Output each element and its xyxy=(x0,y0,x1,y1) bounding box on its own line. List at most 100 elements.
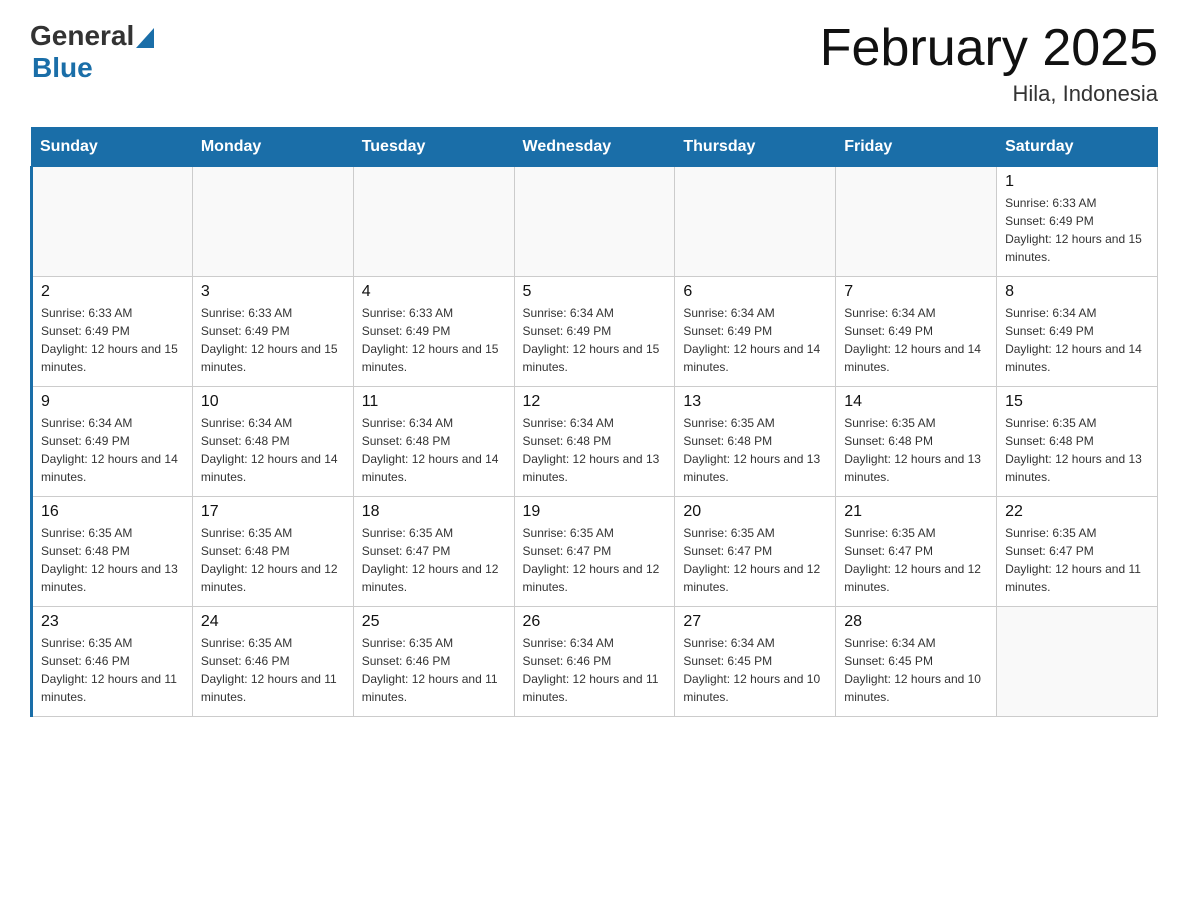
calendar-subtitle: Hila, Indonesia xyxy=(820,81,1158,107)
day-info: Sunrise: 6:35 AM Sunset: 6:47 PM Dayligh… xyxy=(683,524,827,596)
day-info: Sunrise: 6:35 AM Sunset: 6:48 PM Dayligh… xyxy=(844,414,988,486)
day-number: 5 xyxy=(523,283,667,301)
day-number: 28 xyxy=(844,613,988,631)
day-header-wednesday: Wednesday xyxy=(514,128,675,167)
day-info: Sunrise: 6:33 AM Sunset: 6:49 PM Dayligh… xyxy=(41,304,184,376)
calendar-title: February 2025 xyxy=(820,20,1158,77)
calendar-cell: 19Sunrise: 6:35 AM Sunset: 6:47 PM Dayli… xyxy=(514,497,675,607)
calendar-cell: 3 Sunrise: 6:33 AM Sunset: 6:49 PM Daylig… xyxy=(192,277,353,387)
calendar-cell: 14 Sunrise: 6:35 AM Sunset: 6:48 PM Dayli… xyxy=(836,387,997,497)
day-info: Sunrise: 6:35 AM Sunset: 6:48 PM Dayligh… xyxy=(41,524,184,596)
calendar-cell: 18 Sunrise: 6:35 AM Sunset: 6:47 PM Dayli… xyxy=(353,497,514,607)
day-info: Sunrise: 6:35 AM Sunset: 6:46 PM Dayligh… xyxy=(41,634,184,706)
day-info: Sunrise: 6:35 AM Sunset: 6:48 PM Dayligh… xyxy=(1005,414,1149,486)
calendar-cell xyxy=(997,607,1158,717)
calendar-cell: 16 Sunrise: 6:35 AM Sunset: 6:48 PM Dayli… xyxy=(32,497,193,607)
day-number: 6 xyxy=(683,283,827,301)
calendar-header-row: SundayMondayTuesdayWednesdayThursdayFrid… xyxy=(32,128,1158,167)
day-number: 4 xyxy=(362,283,506,301)
calendar-cell xyxy=(836,167,997,277)
day-info: Sunrise: 6:35 AM Sunset: 6:47 PM Dayligh… xyxy=(1005,524,1149,596)
day-info: Sunrise: 6:34 AM Sunset: 6:49 PM Dayligh… xyxy=(1005,304,1149,376)
day-number: 19 xyxy=(523,503,667,521)
day-number: 14 xyxy=(844,393,988,411)
calendar-cell: 20 Sunrise: 6:35 AM Sunset: 6:47 PM Dayli… xyxy=(675,497,836,607)
day-number: 23 xyxy=(41,613,184,631)
day-info: Sunrise: 6:34 AM Sunset: 6:49 PM Dayligh… xyxy=(683,304,827,376)
calendar-cell xyxy=(192,167,353,277)
day-info: Sunrise: 6:34 AM Sunset: 6:48 PM Dayligh… xyxy=(201,414,345,486)
day-info: Sunrise: 6:33 AM Sunset: 6:49 PM Dayligh… xyxy=(1005,194,1149,266)
calendar-cell: 7 Sunrise: 6:34 AM Sunset: 6:49 PM Daylig… xyxy=(836,277,997,387)
day-info: Sunrise: 6:34 AM Sunset: 6:49 PM Dayligh… xyxy=(523,304,667,376)
calendar-week-row: 9 Sunrise: 6:34 AM Sunset: 6:49 PM Daylig… xyxy=(32,387,1158,497)
day-number: 13 xyxy=(683,393,827,411)
calendar-cell: 13 Sunrise: 6:35 AM Sunset: 6:48 PM Dayli… xyxy=(675,387,836,497)
day-info: Sunrise: 6:34 AM Sunset: 6:45 PM Dayligh… xyxy=(844,634,988,706)
calendar-week-row: 16 Sunrise: 6:35 AM Sunset: 6:48 PM Dayli… xyxy=(32,497,1158,607)
title-block: February 2025 Hila, Indonesia xyxy=(820,20,1158,107)
calendar-cell: 26 Sunrise: 6:34 AM Sunset: 6:46 PM Dayli… xyxy=(514,607,675,717)
day-number: 9 xyxy=(41,393,184,411)
calendar-cell: 8 Sunrise: 6:34 AM Sunset: 6:49 PM Daylig… xyxy=(997,277,1158,387)
calendar-cell: 12Sunrise: 6:34 AM Sunset: 6:48 PM Dayli… xyxy=(514,387,675,497)
calendar-cell: 2 Sunrise: 6:33 AM Sunset: 6:49 PM Daylig… xyxy=(32,277,193,387)
day-header-monday: Monday xyxy=(192,128,353,167)
calendar-cell xyxy=(353,167,514,277)
calendar-cell xyxy=(675,167,836,277)
day-info: Sunrise: 6:34 AM Sunset: 6:49 PM Dayligh… xyxy=(844,304,988,376)
day-number: 1 xyxy=(1005,173,1149,191)
calendar-week-row: 23 Sunrise: 6:35 AM Sunset: 6:46 PM Dayli… xyxy=(32,607,1158,717)
calendar-week-row: 2 Sunrise: 6:33 AM Sunset: 6:49 PM Daylig… xyxy=(32,277,1158,387)
day-header-tuesday: Tuesday xyxy=(353,128,514,167)
day-info: Sunrise: 6:34 AM Sunset: 6:48 PM Dayligh… xyxy=(362,414,506,486)
day-number: 16 xyxy=(41,503,184,521)
day-info: Sunrise: 6:33 AM Sunset: 6:49 PM Dayligh… xyxy=(201,304,345,376)
day-number: 20 xyxy=(683,503,827,521)
day-info: Sunrise: 6:35 AM Sunset: 6:48 PM Dayligh… xyxy=(201,524,345,596)
day-number: 2 xyxy=(41,283,184,301)
calendar-cell: 11 Sunrise: 6:34 AM Sunset: 6:48 PM Dayli… xyxy=(353,387,514,497)
day-number: 3 xyxy=(201,283,345,301)
day-number: 12 xyxy=(523,393,667,411)
calendar-week-row: 1 Sunrise: 6:33 AM Sunset: 6:49 PM Daylig… xyxy=(32,167,1158,277)
day-info: Sunrise: 6:35 AM Sunset: 6:48 PM Dayligh… xyxy=(683,414,827,486)
day-number: 26 xyxy=(523,613,667,631)
day-info: Sunrise: 6:33 AM Sunset: 6:49 PM Dayligh… xyxy=(362,304,506,376)
calendar-cell: 24 Sunrise: 6:35 AM Sunset: 6:46 PM Dayli… xyxy=(192,607,353,717)
day-info: Sunrise: 6:34 AM Sunset: 6:46 PM Dayligh… xyxy=(523,634,667,706)
day-number: 7 xyxy=(844,283,988,301)
day-number: 22 xyxy=(1005,503,1149,521)
day-info: Sunrise: 6:35 AM Sunset: 6:47 PM Dayligh… xyxy=(362,524,506,596)
calendar-cell xyxy=(514,167,675,277)
calendar-cell: 10 Sunrise: 6:34 AM Sunset: 6:48 PM Dayli… xyxy=(192,387,353,497)
day-number: 15 xyxy=(1005,393,1149,411)
day-number: 21 xyxy=(844,503,988,521)
calendar-cell: 5 Sunrise: 6:34 AM Sunset: 6:49 PM Daylig… xyxy=(514,277,675,387)
calendar-cell: 1 Sunrise: 6:33 AM Sunset: 6:49 PM Daylig… xyxy=(997,167,1158,277)
logo-blue-text: Blue xyxy=(32,52,93,84)
calendar-cell: 6 Sunrise: 6:34 AM Sunset: 6:49 PM Daylig… xyxy=(675,277,836,387)
day-number: 11 xyxy=(362,393,506,411)
logo-general-text: General xyxy=(30,20,134,52)
day-info: Sunrise: 6:35 AM Sunset: 6:46 PM Dayligh… xyxy=(362,634,506,706)
day-header-thursday: Thursday xyxy=(675,128,836,167)
day-number: 18 xyxy=(362,503,506,521)
day-header-sunday: Sunday xyxy=(32,128,193,167)
calendar-cell: 21 Sunrise: 6:35 AM Sunset: 6:47 PM Dayli… xyxy=(836,497,997,607)
day-header-friday: Friday xyxy=(836,128,997,167)
day-number: 24 xyxy=(201,613,345,631)
calendar-table: SundayMondayTuesdayWednesdayThursdayFrid… xyxy=(30,127,1158,717)
day-info: Sunrise: 6:35 AM Sunset: 6:47 PM Dayligh… xyxy=(844,524,988,596)
day-info: Sunrise: 6:35 AM Sunset: 6:46 PM Dayligh… xyxy=(201,634,345,706)
day-number: 17 xyxy=(201,503,345,521)
logo-arrow-icon xyxy=(136,28,154,48)
calendar-cell: 9 Sunrise: 6:34 AM Sunset: 6:49 PM Daylig… xyxy=(32,387,193,497)
day-number: 10 xyxy=(201,393,345,411)
logo: General Blue xyxy=(30,20,154,84)
calendar-cell: 15 Sunrise: 6:35 AM Sunset: 6:48 PM Dayli… xyxy=(997,387,1158,497)
calendar-cell: 4 Sunrise: 6:33 AM Sunset: 6:49 PM Daylig… xyxy=(353,277,514,387)
day-info: Sunrise: 6:34 AM Sunset: 6:49 PM Dayligh… xyxy=(41,414,184,486)
calendar-cell: 17 Sunrise: 6:35 AM Sunset: 6:48 PM Dayli… xyxy=(192,497,353,607)
day-number: 8 xyxy=(1005,283,1149,301)
